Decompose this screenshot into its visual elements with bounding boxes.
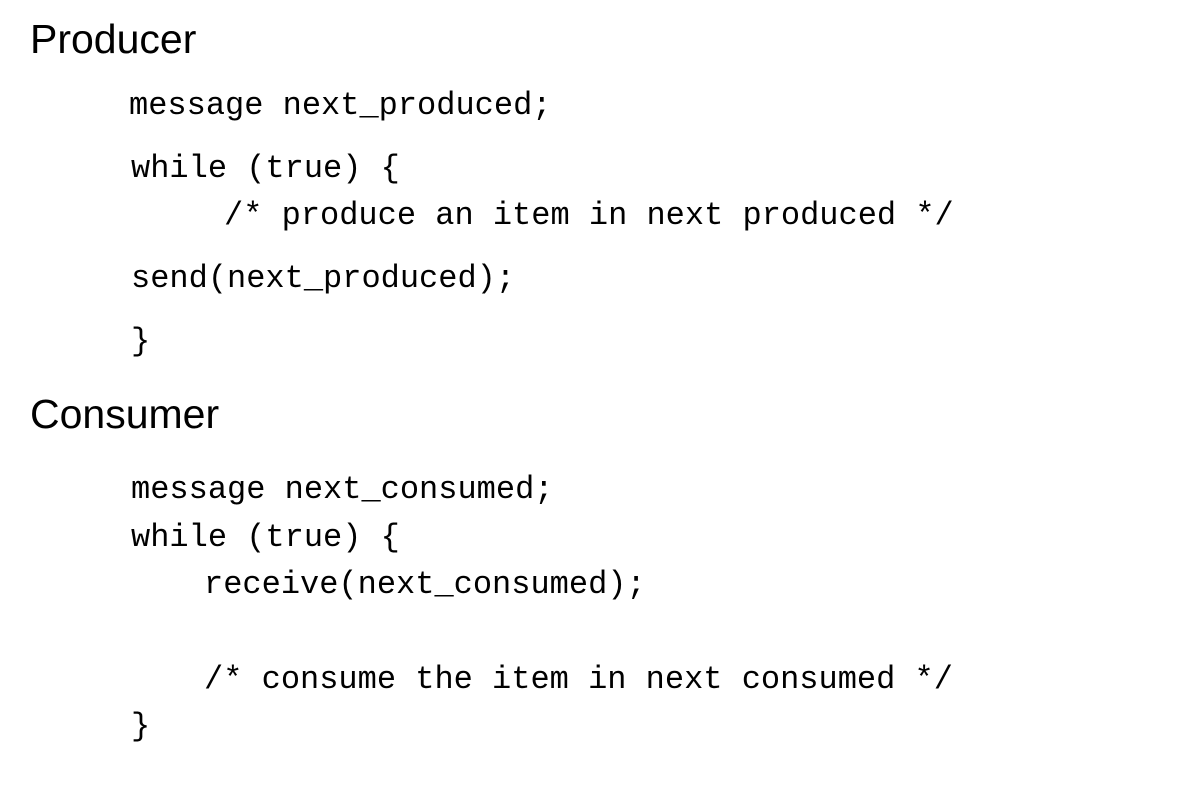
consumer-line-comment: /* consume the item in next consumed */	[204, 661, 953, 698]
producer-line-while: while (true) {	[131, 150, 400, 187]
producer-heading: Producer	[30, 16, 197, 62]
consumer-line-declaration: message next_consumed;	[131, 471, 554, 508]
consumer-line-receive: receive(next_consumed);	[204, 566, 646, 603]
producer-line-declaration: message next_produced;	[129, 87, 552, 124]
consumer-line-while: while (true) {	[131, 519, 400, 556]
producer-line-send: send(next_produced);	[131, 260, 516, 297]
consumer-line-close-brace: }	[131, 708, 151, 745]
producer-line-close-brace: }	[131, 323, 151, 360]
producer-line-comment: /* produce an item in next produced */	[224, 197, 954, 234]
consumer-heading: Consumer	[30, 391, 220, 437]
